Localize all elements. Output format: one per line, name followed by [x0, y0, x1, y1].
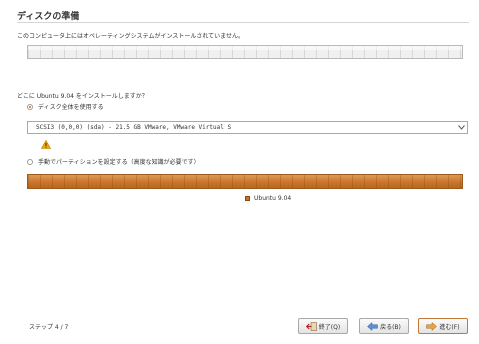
back-button-label[interactable]: 戻る(B) [380, 322, 401, 331]
manual-partition-label[interactable]: 手動でパーティションを設定する（高度な知識が必要です） [38, 157, 200, 166]
partition-legend: Ubuntu 9.04 [245, 195, 291, 202]
arrow-left-icon [367, 321, 378, 331]
legend-swatch [245, 196, 250, 201]
disk-select[interactable]: SCSI3 (0,0,0) (sda) - 21.5 GB VMware, VM… [27, 121, 468, 134]
proposed-disk-bar [27, 174, 463, 189]
legend-label: Ubuntu 9.04 [254, 195, 292, 202]
page-title: ディスクの準備 [17, 12, 80, 22]
quit-button[interactable]: 終了(Q) [298, 318, 348, 334]
step-indicator: ステップ 4 / 7 [29, 324, 69, 334]
manual-partition-radio[interactable] [27, 158, 33, 165]
whole-disk-option[interactable]: ディスク全体を使用する [27, 102, 104, 111]
warning-triangle-icon [41, 140, 51, 149]
current-disk-bar [27, 45, 463, 59]
forward-button[interactable]: 進む(F) [418, 318, 468, 334]
whole-disk-radio[interactable] [27, 103, 33, 110]
quit-button-label[interactable]: 終了(Q) [319, 322, 340, 331]
step-indicator-text: ステップ 4 / 7 [29, 324, 69, 331]
page-subtitle: このコンピュータ上にはオペレーティングシステムがインストールされていません。 [17, 33, 244, 40]
forward-button-label[interactable]: 進む(F) [439, 322, 459, 331]
arrow-right-icon [426, 321, 438, 331]
chevron-down-icon[interactable] [455, 122, 467, 133]
disk-select-value[interactable]: SCSI3 (0,0,0) (sda) - 21.5 GB VMware, VM… [28, 124, 455, 131]
back-button[interactable]: 戻る(B) [359, 318, 409, 334]
whole-disk-label[interactable]: ディスク全体を使用する [38, 102, 104, 111]
install-question: どこに Ubuntu 9.04 をインストールしますか？ [17, 93, 148, 100]
manual-partition-option[interactable]: 手動でパーティションを設定する（高度な知識が必要です） [27, 157, 200, 166]
disk-preparation-page: ディスクの準備 このコンピュータ上にはオペレーティングシステムがインストールされ… [0, 0, 479, 344]
title-divider [17, 22, 469, 23]
quit-icon [305, 321, 317, 331]
